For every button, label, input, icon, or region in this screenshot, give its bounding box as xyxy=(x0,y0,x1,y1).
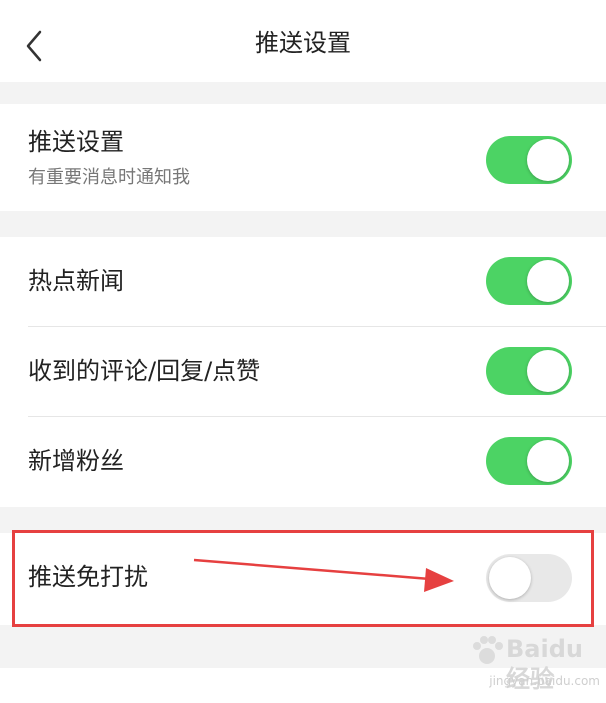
notification-types-card: 热点新闻 收到的评论/回复/点赞 新增粉丝 xyxy=(0,237,606,507)
comments-label: 收到的评论/回复/点赞 xyxy=(28,357,261,385)
list-item-new-fans[interactable]: 新增粉丝 xyxy=(0,417,606,507)
paw-icon xyxy=(473,636,503,664)
toggle-knob xyxy=(527,440,569,482)
toggle-knob xyxy=(527,139,569,181)
list-item-hot-news[interactable]: 热点新闻 xyxy=(0,237,606,327)
push-settings-label: 推送设置 xyxy=(28,128,124,156)
push-master-card: 推送设置 有重要消息时通知我 xyxy=(0,104,606,211)
hot-news-toggle[interactable] xyxy=(486,257,572,305)
hot-news-label: 热点新闻 xyxy=(28,267,124,295)
toggle-knob xyxy=(527,260,569,302)
comments-toggle[interactable] xyxy=(486,347,572,395)
new-fans-toggle[interactable] xyxy=(486,437,572,485)
page-title: 推送设置 xyxy=(255,29,351,57)
push-settings-toggle[interactable] xyxy=(486,136,572,184)
watermark-url: jingyan.baidu.com xyxy=(489,674,600,688)
new-fans-label: 新增粉丝 xyxy=(28,447,124,475)
toggle-knob xyxy=(527,350,569,392)
list-item-comments[interactable]: 收到的评论/回复/点赞 xyxy=(0,327,606,417)
top-bar: 推送设置 xyxy=(0,0,606,82)
annotation-arrow-icon xyxy=(193,558,454,592)
push-settings-description: 有重要消息时通知我 xyxy=(28,167,190,188)
watermark: Baidu经验 jingyan.baidu.com xyxy=(470,634,600,696)
